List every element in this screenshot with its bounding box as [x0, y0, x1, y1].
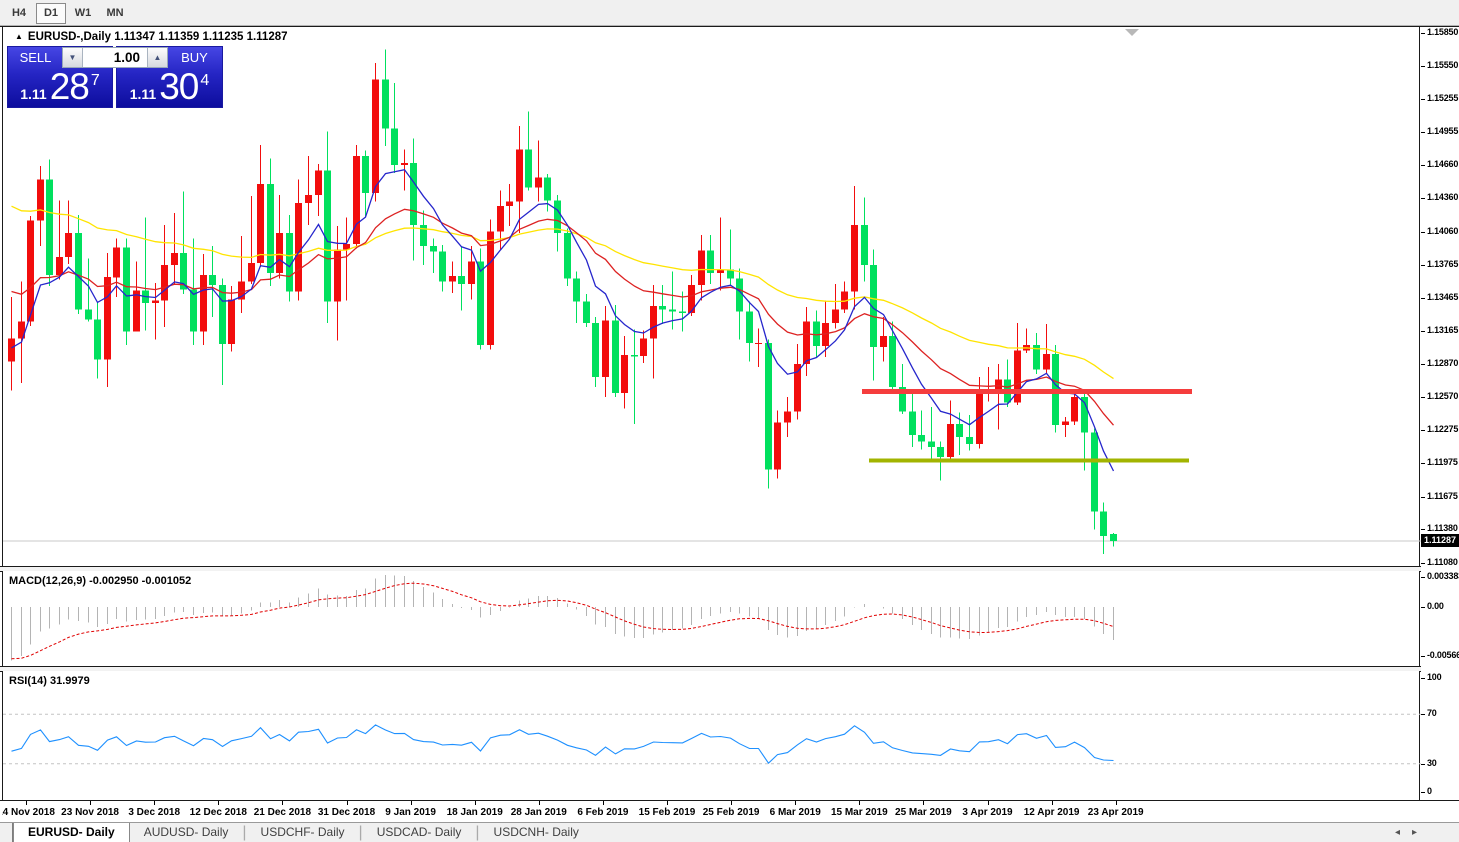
tab-scroll-left-icon[interactable]: ◂	[1395, 827, 1412, 838]
time-axis-label: 15 Feb 2019	[639, 807, 696, 818]
time-axis-label: 6 Feb 2019	[577, 807, 628, 818]
rsi-line	[12, 725, 1114, 763]
buy-price-pip: 4	[200, 72, 209, 90]
sell-button[interactable]: SELL	[8, 50, 63, 65]
time-axis-tick	[90, 801, 91, 805]
sell-price: 1.11 28 7	[8, 71, 112, 104]
tab-scroll-arrows: ◂▸	[1395, 823, 1429, 842]
rsi-panel[interactable]: RSI(14) 31.9979	[2, 671, 1420, 800]
macd-label: MACD(12,26,9) -0.002950 -0.001052	[9, 575, 191, 587]
rsi-label: RSI(14) 31.9979	[9, 675, 90, 687]
time-axis-label: 18 Jan 2019	[447, 807, 503, 818]
time-axis-tick	[411, 801, 412, 805]
buy-price-prefix: 1.11	[130, 86, 156, 102]
mt4-chart-window: H4D1W1MN ▲ EURUSD-,Daily 1.11347 1.11359 …	[0, 0, 1459, 842]
time-axis-label: 12 Apr 2019	[1024, 807, 1080, 818]
buy-button[interactable]: BUY	[167, 50, 222, 65]
time-axis-label: 23 Nov 2018	[61, 807, 119, 818]
time-axis-tick	[282, 801, 283, 805]
tab-usdchf-daily[interactable]: USDCHF- Daily	[247, 823, 359, 842]
candle-bodies	[8, 80, 1117, 541]
resistance-hline[interactable]	[862, 389, 1192, 394]
time-axis-label: 3 Dec 2018	[128, 807, 180, 818]
time-axis-label: 25 Mar 2019	[895, 807, 952, 818]
tab-audusd-daily[interactable]: AUDUSD- Daily	[130, 823, 243, 842]
time-axis-label: 12 Dec 2018	[190, 807, 247, 818]
time-axis-tick	[923, 801, 924, 805]
support-hline[interactable]	[869, 459, 1189, 463]
macd-plot	[3, 571, 1421, 666]
tab-bar-lead-divider	[0, 823, 13, 842]
time-axis-label: 23 Apr 2019	[1088, 807, 1144, 818]
timeframe-button-h4[interactable]: H4	[4, 3, 34, 24]
rsi-plot	[3, 671, 1421, 800]
tab-usdcad-daily[interactable]: USDCAD- Daily	[363, 823, 476, 842]
sell-price-main: 28	[50, 71, 89, 102]
time-axis-label: 3 Apr 2019	[962, 807, 1012, 818]
one-click-trading-panel: SELL 1.11 28 7 BUY 1.11 30 4 ▼ 1.00 ▲	[7, 46, 223, 108]
volume-decrease-button[interactable]: ▼	[63, 48, 83, 67]
time-axis-tick	[539, 801, 540, 805]
time-axis-label: 25 Feb 2019	[703, 807, 760, 818]
collapse-arrow-icon[interactable]: ▲	[15, 32, 23, 41]
sell-price-prefix: 1.11	[20, 86, 46, 102]
time-axis-tick	[218, 801, 219, 805]
time-axis-tick	[347, 801, 348, 805]
tab-eurusd-daily[interactable]: EURUSD- Daily	[13, 823, 130, 842]
chart-title: ▲ EURUSD-,Daily 1.11347 1.11359 1.11235 1…	[15, 31, 288, 43]
ma-slow-line	[12, 206, 1114, 378]
time-axis-tick	[731, 801, 732, 805]
timeframe-toolbar: H4D1W1MN	[0, 0, 1459, 26]
time-axis-tick	[988, 801, 989, 805]
time-axis-tick	[475, 801, 476, 805]
time-axis-tick	[1052, 801, 1053, 805]
candle-wicks	[12, 50, 1114, 554]
timeframe-button-d1[interactable]: D1	[36, 3, 66, 24]
time-axis-tick	[154, 801, 155, 805]
time-axis[interactable]: 14 Nov 2018 23 Nov 2018 3 Dec 2018 12 Dec 2…	[2, 801, 1420, 822]
buy-price-main: 30	[159, 71, 198, 102]
chart-tab-bar: EURUSD- DailyAUDUSD- Daily|USDCHF- Daily…	[0, 822, 1459, 842]
macd-histogram	[12, 575, 1114, 660]
time-axis-label: 15 Mar 2019	[831, 807, 888, 818]
time-axis-tick	[603, 801, 604, 805]
buy-price: 1.11 30 4	[117, 71, 222, 104]
time-axis-tick	[859, 801, 860, 805]
time-axis-tick	[26, 801, 27, 805]
time-axis-label: 28 Jan 2019	[511, 807, 567, 818]
time-axis-label: 9 Jan 2019	[385, 807, 436, 818]
timeframe-button-w1[interactable]: W1	[68, 3, 98, 24]
sell-price-pip: 7	[91, 72, 100, 90]
macd-signal-line	[12, 583, 1114, 659]
time-axis-tick	[667, 801, 668, 805]
macd-panel[interactable]: MACD(12,26,9) -0.002950 -0.001052	[2, 571, 1420, 666]
time-axis-label: 6 Mar 2019	[770, 807, 821, 818]
volume-increase-button[interactable]: ▲	[147, 48, 167, 67]
price-chart-panel[interactable]: ▲ EURUSD-,Daily 1.11347 1.11359 1.11235 1…	[2, 27, 1420, 566]
time-axis-label: 21 Dec 2018	[254, 807, 311, 818]
time-axis-label: 31 Dec 2018	[318, 807, 375, 818]
timeframe-button-mn[interactable]: MN	[100, 3, 130, 24]
tab-usdcnh-daily[interactable]: USDCNH- Daily	[480, 823, 593, 842]
tab-scroll-right-icon[interactable]: ▸	[1412, 827, 1429, 838]
symbol-ohlc-text: EURUSD-,Daily 1.11347 1.11359 1.11235 1.…	[28, 31, 288, 43]
time-axis-label: 14 Nov 2018	[2, 807, 55, 818]
volume-spinner: ▼ 1.00 ▲	[62, 47, 168, 68]
volume-input[interactable]: 1.00	[83, 48, 147, 67]
current-price-tag: 1.11287	[1421, 534, 1459, 547]
time-axis-tick	[1116, 801, 1117, 805]
chart-shift-marker-icon[interactable]	[1125, 29, 1139, 36]
time-axis-tick	[795, 801, 796, 805]
price-axis[interactable]: 1.11287 1.158501.155501.152551.149551.14…	[1421, 27, 1459, 800]
